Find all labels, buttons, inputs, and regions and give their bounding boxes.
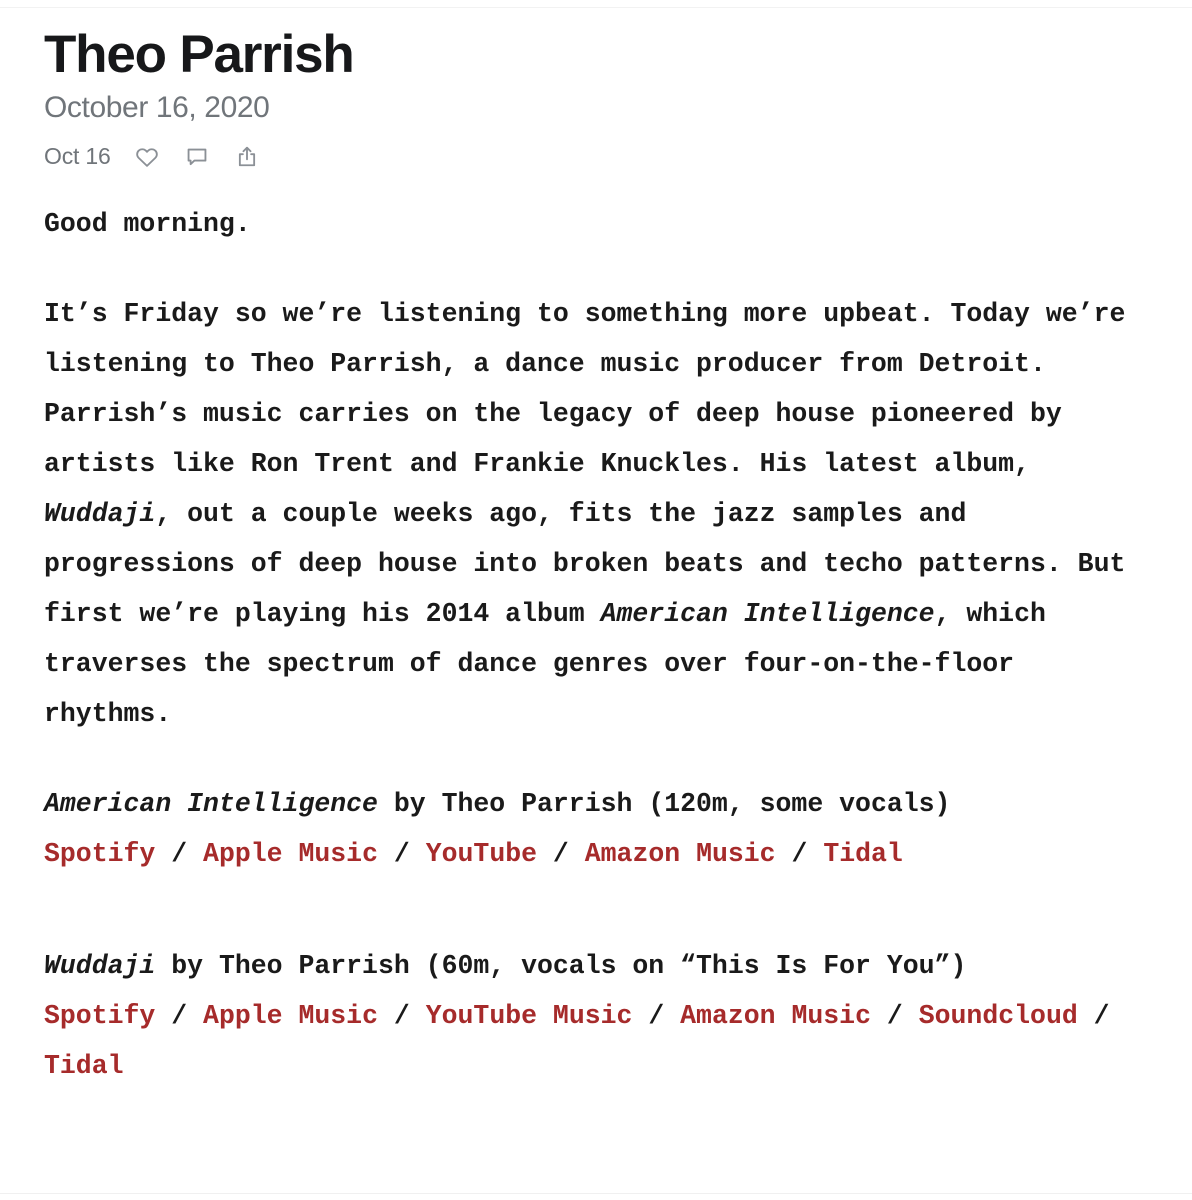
link-separator: /: [155, 838, 204, 869]
link-separator: /: [632, 1000, 681, 1031]
link-soundcloud[interactable]: Soundcloud: [919, 1001, 1078, 1031]
album-1-byline: by Theo Parrish (60m, vocals on “This Is…: [155, 950, 967, 981]
comment-icon[interactable]: [183, 143, 211, 171]
link-separator: /: [871, 1000, 919, 1031]
album-title-american-intelligence-inline: American Intelligence: [600, 598, 935, 629]
top-divider: [0, 7, 1192, 8]
post-container: Theo Parrish October 16, 2020 Oct 16 Goo…: [0, 0, 1192, 1091]
link-separator: /: [775, 838, 824, 869]
link-tidal[interactable]: Tidal: [44, 1051, 124, 1081]
intro-text-a: It’s Friday so we’re listening to someth…: [44, 298, 1126, 479]
album-title-wuddaji-inline: Wuddaji: [44, 498, 156, 529]
post-meta-date: Oct 16: [44, 143, 111, 170]
link-spotify[interactable]: Spotify: [44, 1001, 155, 1031]
album-block-spacer: [44, 919, 1148, 941]
link-spotify[interactable]: Spotify: [44, 839, 155, 869]
bottom-divider: [0, 1193, 1192, 1194]
link-separator: /: [155, 1000, 204, 1031]
link-apple-music[interactable]: Apple Music: [203, 839, 378, 869]
post-body: Good morning. It’s Friday so we’re liste…: [44, 199, 1148, 1091]
link-separator: /: [537, 838, 585, 869]
post-date-subtitle: October 16, 2020: [44, 91, 270, 125]
link-youtube-music[interactable]: YouTube Music: [426, 1001, 633, 1031]
album-listing-0: American Intelligence by Theo Parrish (1…: [44, 779, 1148, 829]
album-1-links: Spotify / Apple Music / YouTube Music / …: [44, 991, 1148, 1091]
album-listing-1: Wuddaji by Theo Parrish (60m, vocals on …: [44, 941, 1148, 991]
greeting-paragraph: Good morning.: [44, 208, 251, 239]
link-separator: /: [377, 838, 426, 869]
link-youtube[interactable]: YouTube: [426, 839, 537, 869]
link-apple-music[interactable]: Apple Music: [203, 1001, 378, 1031]
post-meta-row: Oct 16: [44, 137, 1148, 177]
album-1-title: Wuddaji: [44, 950, 156, 981]
page-title: Theo Parrish: [44, 25, 355, 84]
album-0-title: American Intelligence: [44, 788, 378, 819]
link-separator: /: [1077, 1000, 1110, 1031]
album-0-links: Spotify / Apple Music / YouTube / Amazon…: [44, 829, 1148, 879]
album-0-byline: by Theo Parrish (120m, some vocals): [377, 788, 951, 819]
heart-icon[interactable]: [133, 143, 161, 171]
share-icon[interactable]: [233, 143, 261, 171]
link-amazon-music[interactable]: Amazon Music: [585, 839, 776, 869]
link-amazon-music[interactable]: Amazon Music: [680, 1001, 871, 1031]
intro-paragraph: It’s Friday so we’re listening to someth…: [44, 289, 1148, 739]
link-separator: /: [377, 1000, 426, 1031]
link-tidal[interactable]: Tidal: [823, 839, 903, 869]
